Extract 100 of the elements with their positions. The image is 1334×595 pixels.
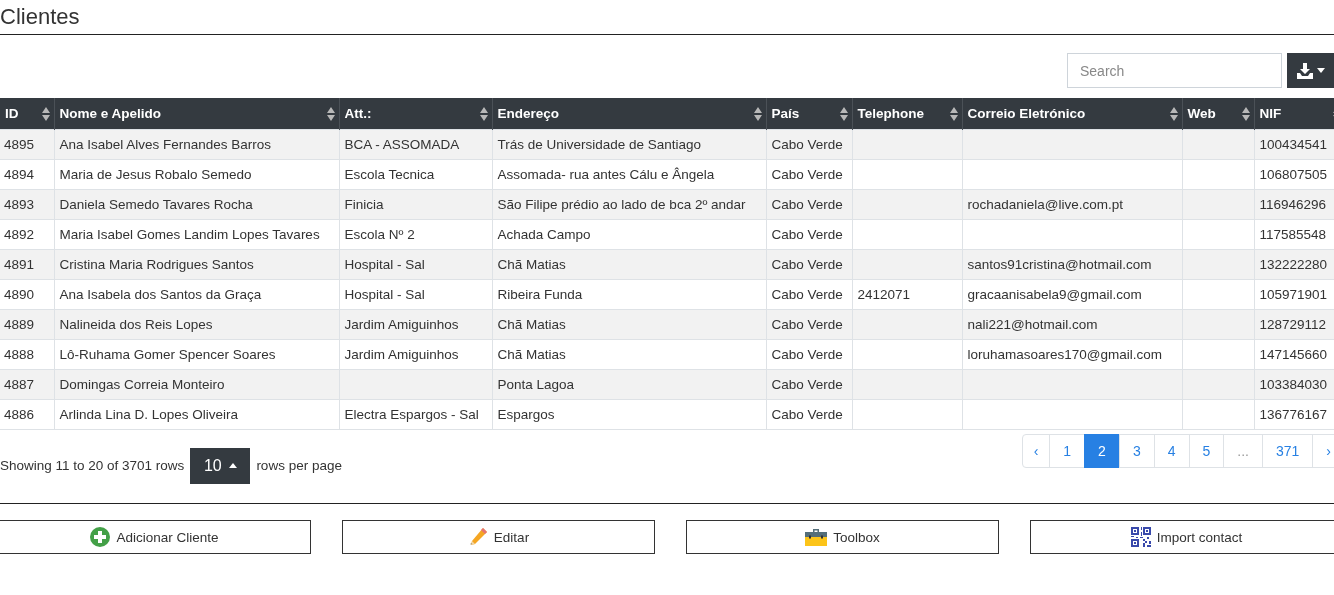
table-cell: Cabo Verde xyxy=(766,159,852,190)
table-cell: Ana Isabel Alves Fernandes Barros xyxy=(54,129,339,160)
table-cell: BCA - ASSOMADA xyxy=(339,129,492,160)
table-cell: Cabo Verde xyxy=(766,249,852,280)
table-cell: Ana Isabela dos Santos da Graça xyxy=(54,279,339,310)
sort-icon xyxy=(1241,107,1250,121)
table-cell: Electra Espargos - Sal xyxy=(339,399,492,430)
table-cell: Domingas Correia Monteiro xyxy=(54,369,339,400)
table-cell: Hospital - Sal xyxy=(339,249,492,280)
table-cell: Arlinda Lina D. Lopes Oliveira xyxy=(54,399,339,430)
table-cell: Jardim Amiguinhos xyxy=(339,309,492,340)
table-cell: 4891 xyxy=(0,249,54,280)
table-cell: 128729112 xyxy=(1254,309,1334,340)
column-header[interactable]: Nome e Apelido xyxy=(54,98,339,130)
table-cell: Maria de Jesus Robalo Semedo xyxy=(54,159,339,190)
sort-icon xyxy=(1169,107,1178,121)
table-cell: Cabo Verde xyxy=(766,279,852,310)
table-cell: Cabo Verde xyxy=(766,369,852,400)
table-cell: 116946296 xyxy=(1254,189,1334,220)
sort-icon xyxy=(41,107,50,121)
plus-circle-icon xyxy=(90,527,111,547)
table-cell: São Filipe prédio ao lado de bca 2º andar xyxy=(492,189,766,220)
table-cell: Cabo Verde xyxy=(766,309,852,340)
table-cell: rochadaniela@live.com.pt xyxy=(962,189,1182,220)
table-cell: 4887 xyxy=(0,369,54,400)
import-contact-button[interactable]: Import contact xyxy=(1030,520,1334,554)
toolbox-button[interactable]: Toolbox xyxy=(686,520,999,554)
table-cell: Cabo Verde xyxy=(766,189,852,220)
table-cell: Maria Isabel Gomes Landim Lopes Tavares xyxy=(54,219,339,250)
sort-icon xyxy=(839,107,848,121)
table-cell: 4890 xyxy=(0,279,54,310)
table-cell: Nalineida dos Reis Lopes xyxy=(54,309,339,340)
column-header[interactable]: NIF xyxy=(1254,98,1334,130)
table-cell: Chã Matias xyxy=(492,249,766,280)
download-icon xyxy=(1297,62,1313,79)
download-button[interactable] xyxy=(1287,53,1334,88)
page-link[interactable]: 4 xyxy=(1153,433,1190,468)
sort-icon xyxy=(326,107,335,121)
column-header[interactable]: Web xyxy=(1182,98,1254,130)
table-cell: 4888 xyxy=(0,339,54,370)
page-size-dropdown[interactable]: 10 xyxy=(190,447,251,484)
table-cell: 103384030 xyxy=(1254,369,1334,400)
table-cell: Cabo Verde xyxy=(766,219,852,250)
toolbox-icon xyxy=(805,528,828,546)
previous-page-link[interactable]: ‹ xyxy=(1021,433,1051,468)
table-cell: Achada Campo xyxy=(492,219,766,250)
table-cell: gracaanisabela9@gmail.com xyxy=(962,279,1182,310)
table-cell: Finicia xyxy=(339,189,492,220)
table-cell: Chã Matias xyxy=(492,309,766,340)
column-header[interactable]: Correio Eletrónico xyxy=(962,98,1182,130)
table-cell: Cabo Verde xyxy=(766,129,852,160)
caret-icon xyxy=(228,463,237,468)
table-cell: 4893 xyxy=(0,189,54,220)
table-cell: 2412071 xyxy=(852,279,962,310)
table-cell: Chã Matias xyxy=(492,339,766,370)
table-cell: 100434541 xyxy=(1254,129,1334,160)
table-cell: Hospital - Sal xyxy=(339,279,492,310)
add-client-button[interactable]: Adicionar Cliente xyxy=(0,520,311,554)
table-cell: 132222280 xyxy=(1254,249,1334,280)
column-header[interactable]: País xyxy=(766,98,852,130)
table-cell: Cabo Verde xyxy=(766,399,852,430)
table-cell: Trás de Universidade de Santiago xyxy=(492,129,766,160)
table-cell: 4895 xyxy=(0,129,54,160)
table-cell: loruhamasoares170@gmail.com xyxy=(962,339,1182,370)
table-cell: Ribeira Funda xyxy=(492,279,766,310)
table-cell: Cabo Verde xyxy=(766,339,852,370)
edit-button[interactable]: Editar xyxy=(342,520,655,554)
page-link[interactable]: 371 xyxy=(1261,433,1314,468)
column-header[interactable]: Endereço xyxy=(492,98,766,130)
table-cell: Escola Nº 2 xyxy=(339,219,492,250)
table-cell: Assomada- rua antes Cálu e Ângela xyxy=(492,159,766,190)
qr-code-icon xyxy=(1130,527,1151,547)
search-field[interactable]: Search xyxy=(1067,53,1282,88)
next-page-link[interactable]: › xyxy=(1312,433,1334,468)
table-cell: 4892 xyxy=(0,219,54,250)
table-cell: 4889 xyxy=(0,309,54,340)
page-link[interactable]: 3 xyxy=(1118,433,1155,468)
page-link[interactable]: 2 xyxy=(1084,433,1120,468)
page-title: Clientes xyxy=(0,0,1334,35)
table-cell: Cristina Maria Rodrigues Santos xyxy=(54,249,339,280)
table-cell: nali221@hotmail.com xyxy=(962,309,1182,340)
table-cell: Ponta Lagoa xyxy=(492,369,766,400)
sort-icon xyxy=(949,107,958,121)
table-cell: Espargos xyxy=(492,399,766,430)
table-cell: Daniela Semedo Tavares Rocha xyxy=(54,189,339,220)
column-header[interactable]: ID xyxy=(0,98,54,130)
rows-per-page-label: rows per page xyxy=(256,458,342,473)
table-cell: 4894 xyxy=(0,159,54,190)
table-cell: Lô-Ruhama Gomer Spencer Soares xyxy=(54,339,339,370)
table-cell: Jardim Amiguinhos xyxy=(339,339,492,370)
table-cell: santos91cristina@hotmail.com xyxy=(962,249,1182,280)
column-header[interactable]: Att.: xyxy=(339,98,492,130)
rows-summary: Showing 11 to 20 of 3701 rows xyxy=(0,458,185,473)
column-header[interactable]: Telephone xyxy=(852,98,962,130)
table-cell: Escola Tecnica xyxy=(339,159,492,190)
page-link[interactable]: 5 xyxy=(1188,433,1225,468)
sort-icon xyxy=(479,107,488,121)
sort-icon xyxy=(753,107,762,121)
caret-icon xyxy=(1317,68,1325,73)
table-cell: 4886 xyxy=(0,399,54,430)
